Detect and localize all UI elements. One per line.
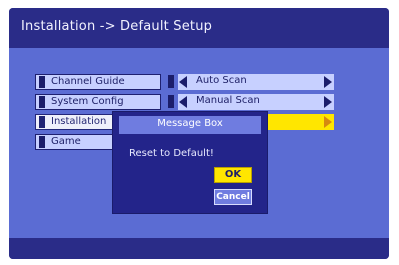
title-bar: Installation -> Default Setup — [9, 8, 389, 48]
option-marker — [168, 95, 174, 108]
menu-item-marker — [39, 116, 45, 128]
dialog-message: Reset to Default! — [129, 148, 214, 159]
screen: Installation -> Default Setup Channel Gu… — [0, 0, 399, 265]
cancel-button[interactable]: Cancel — [214, 189, 252, 205]
triangle-right-icon[interactable] — [324, 76, 332, 88]
triangle-left-icon[interactable] — [179, 96, 187, 108]
option-marker — [168, 75, 174, 88]
menu-item-channel-guide[interactable]: Channel Guide — [35, 74, 161, 90]
bottom-bar — [9, 238, 389, 259]
dialog-header: Message Box — [119, 116, 261, 134]
menu-item-label: Installation — [51, 116, 107, 127]
menu-item-label: System Config — [51, 96, 124, 107]
menu-item-label: Game — [51, 136, 81, 147]
dialog-title: Message Box — [157, 118, 223, 129]
message-dialog: Message Box Reset to Default! OK Cancel — [113, 112, 267, 213]
triangle-left-icon[interactable] — [179, 76, 187, 88]
menu-item-system-config[interactable]: System Config — [35, 94, 161, 110]
menu-item-marker — [39, 76, 45, 88]
menu-item-marker — [39, 96, 45, 108]
option-manual-scan[interactable]: Manual Scan — [166, 94, 334, 110]
triangle-right-icon[interactable] — [324, 96, 332, 108]
option-label: Manual Scan — [196, 95, 260, 106]
ok-button[interactable]: OK — [214, 167, 252, 183]
menu-item-marker — [39, 136, 45, 148]
option-label: Auto Scan — [196, 75, 247, 86]
tv-screen: Installation -> Default Setup Channel Gu… — [9, 8, 389, 259]
triangle-right-icon[interactable] — [324, 116, 332, 128]
option-auto-scan[interactable]: Auto Scan — [166, 74, 334, 90]
menu-item-label: Channel Guide — [51, 76, 125, 87]
page-title: Installation -> Default Setup — [21, 19, 213, 34]
